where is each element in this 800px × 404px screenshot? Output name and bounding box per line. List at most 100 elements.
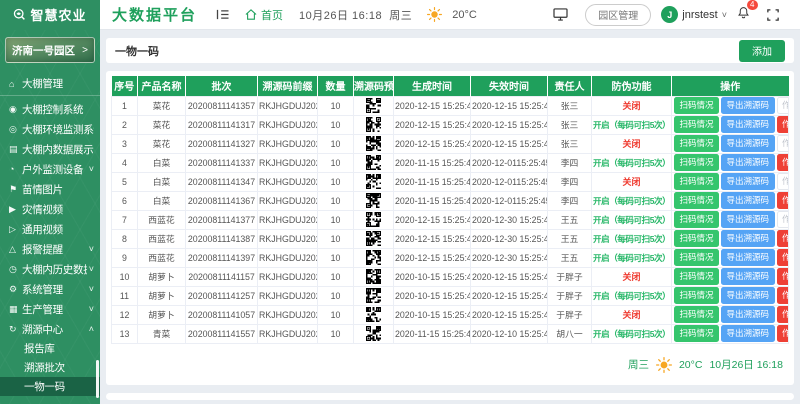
park-management-button[interactable]: 园区管理 [585,4,651,26]
scan-status-button[interactable]: 扫码情况 [674,154,719,170]
sidebar-item[interactable]: ⌂大棚管理 [0,72,100,96]
qr-code-preview[interactable] [366,155,381,170]
horizontal-scrollbar[interactable] [106,393,794,400]
sidebar-item[interactable]: ▷通用视频 [0,219,100,239]
export-code-button[interactable]: 导出溯源码 [721,325,775,341]
sidebar-item[interactable]: ⚑苗情图片 [0,179,100,199]
invalidate-button[interactable]: 作废 [777,230,789,246]
display-screen-icon[interactable] [553,8,568,21]
export-code-button[interactable]: 导出溯源码 [721,192,775,208]
scan-status-button[interactable]: 扫码情况 [674,192,719,208]
sidebar-item[interactable]: 溯源批次 [0,358,100,377]
sidebar-item[interactable]: 一物一码 [0,377,100,396]
disaster-video-icon: ▶ [9,204,22,215]
export-code-button[interactable]: 导出溯源码 [721,268,775,284]
chevron-down-icon: ˅ [89,264,94,274]
notification-bell-icon[interactable]: 4 [737,6,750,24]
scan-status-button[interactable]: 扫码情况 [674,211,719,227]
invalidate-button[interactable]: 作废 [777,268,789,284]
scan-status-button[interactable]: 扫码情况 [674,230,719,246]
qr-code-preview[interactable] [366,212,381,227]
created-time: 2020-12-15 15:25:45 [394,115,471,134]
invalidate-button[interactable]: 作废 [777,287,789,303]
home-nav[interactable]: 首页 [245,7,283,23]
sidebar-item[interactable]: 报告库 [0,339,100,358]
qr-code-preview[interactable] [366,307,381,322]
batch-number: 20200811141347 [186,172,258,191]
add-button[interactable]: 添加 [739,40,785,62]
export-code-button[interactable]: 导出溯源码 [721,173,775,189]
sidebar-item-label: 报告库 [24,341,94,356]
invalidate-button[interactable]: 作废 [777,249,789,265]
menu-collapse-icon[interactable] [216,9,230,20]
scan-status-button[interactable]: 扫码情况 [674,287,719,303]
security-cell: 开启（每码可扫5次） [592,115,672,134]
export-code-button[interactable]: 导出溯源码 [721,230,775,246]
actions-cell: 扫码情况导出溯源码作废 [672,267,789,286]
row-index: 8 [112,229,138,248]
batch-number: 20200811141317 [186,115,258,134]
actions-cell: 扫码情况导出溯源码作废 [672,229,789,248]
table-body: 1菜花20200811141357RKJHGDUJ2022102020-12-1… [112,96,789,343]
qr-code-preview[interactable] [366,193,381,208]
qr-code-preview[interactable] [366,136,381,151]
created-time: 2020-12-15 15:25:45 [394,248,471,267]
export-code-button[interactable]: 导出溯源码 [721,154,775,170]
invalidate-button[interactable]: 作废 [777,192,789,208]
qr-code-preview[interactable] [366,288,381,303]
qr-code-preview[interactable] [366,231,381,246]
sidebar-item[interactable]: ↻溯源中心˄ [0,319,100,339]
export-code-button[interactable]: 导出溯源码 [721,116,775,132]
scan-status-button[interactable]: 扫码情况 [674,97,719,113]
security-status: 关闭 [622,272,640,282]
qr-code-preview[interactable] [366,326,381,341]
park-selector[interactable]: 济南一号园区 > [5,37,95,63]
qr-code-preview[interactable] [366,250,381,265]
sidebar-item[interactable]: ⚙系统管理˅ [0,279,100,299]
qr-code-preview[interactable] [366,269,381,284]
expire-time: 2020-12-15 15:25:45 [471,267,548,286]
batch-number: 20200811141337 [186,153,258,172]
sidebar-item[interactable]: ▤大棚内数据展示 [0,139,100,159]
actions-cell: 扫码情况导出溯源码作废 [672,134,789,153]
scan-status-button[interactable]: 扫码情况 [674,249,719,265]
export-code-button[interactable]: 导出溯源码 [721,287,775,303]
export-code-button[interactable]: 导出溯源码 [721,211,775,227]
qr-cell [354,134,394,153]
invalidate-button[interactable]: 作废 [777,154,789,170]
sidebar-scrollbar[interactable] [96,360,99,398]
scan-status-button[interactable]: 扫码情况 [674,135,719,151]
qr-cell [354,286,394,305]
expire-time: 2020-12-15 15:25:45 [471,286,548,305]
invalidate-button[interactable]: 作废 [777,306,789,322]
scan-status-button[interactable]: 扫码情况 [674,173,719,189]
sidebar-item[interactable]: △报警提醒˅ [0,239,100,259]
sidebar-item[interactable]: ◷大棚内历史数据˅ [0,259,100,279]
park-name: 济南一号园区 [12,43,75,58]
scan-status-button[interactable]: 扫码情况 [674,325,719,341]
scan-status-button[interactable]: 扫码情况 [674,268,719,284]
sidebar-item[interactable]: ◔户外监测设备˅ [0,159,100,179]
sidebar-item[interactable]: ◎大棚环境监测系统 [0,119,100,139]
invalidate-button[interactable]: 作废 [777,116,789,132]
sidebar-item[interactable]: ▶灾情视频 [0,199,100,219]
export-code-button[interactable]: 导出溯源码 [721,306,775,322]
fullscreen-icon[interactable] [767,9,779,21]
scan-status-button[interactable]: 扫码情况 [674,116,719,132]
footer-temperature: 20°C [679,359,702,371]
export-code-button[interactable]: 导出溯源码 [721,135,775,151]
qr-code-preview[interactable] [366,117,381,132]
export-code-button[interactable]: 导出溯源码 [721,249,775,265]
user-menu[interactable]: J jnrstest ˅ [661,6,727,23]
sidebar-item-label: 大棚内数据展示 [22,142,94,157]
qr-code-preview[interactable] [366,98,381,113]
export-code-button[interactable]: 导出溯源码 [721,97,775,113]
chevron-down-icon: ˅ [89,284,94,294]
scan-status-button[interactable]: 扫码情况 [674,306,719,322]
code-prefix: RKJHGDUJ2022 [258,305,318,324]
sidebar-item[interactable]: ◉大棚控制系统 [0,99,100,119]
product-name: 青菜 [138,324,186,343]
qr-code-preview[interactable] [366,174,381,189]
sidebar-item[interactable]: ▦生产管理˅ [0,299,100,319]
invalidate-button[interactable]: 作废 [777,325,789,341]
